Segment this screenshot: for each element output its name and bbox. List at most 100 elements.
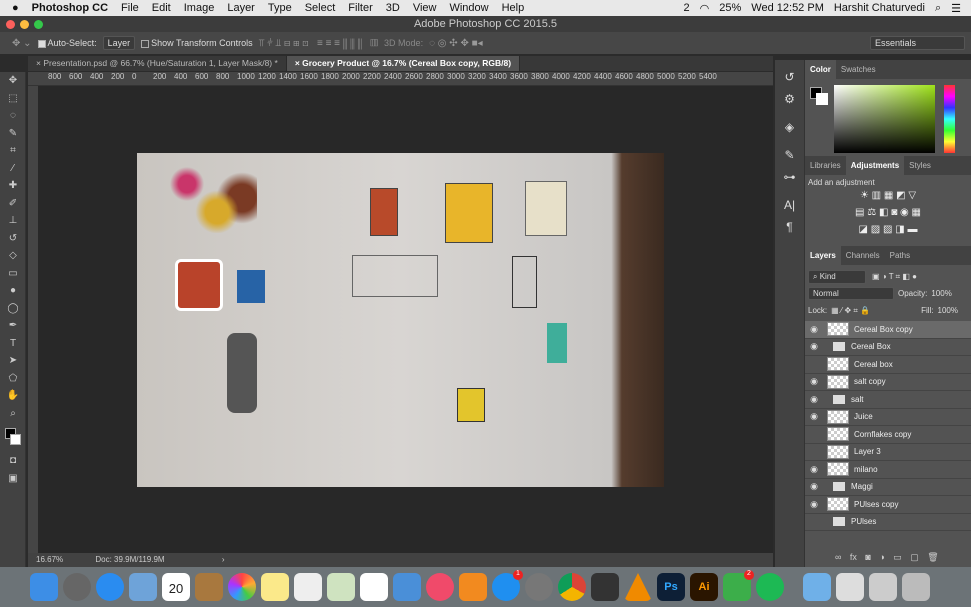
tab-swatches[interactable]: Swatches [836, 60, 881, 79]
paragraph-icon[interactable]: ¶ [775, 216, 804, 238]
visibility-eye-icon[interactable]: ◉ [805, 411, 823, 422]
visibility-eye-icon[interactable]: ◉ [805, 481, 823, 492]
tab-styles[interactable]: Styles [904, 156, 936, 175]
chrome-icon[interactable] [558, 573, 586, 601]
visibility-eye-icon[interactable]: ◉ [805, 499, 823, 510]
layer-row[interactable]: Cornflakes copy [805, 426, 971, 444]
eyedropper-tool-icon[interactable]: ⁄ [0, 160, 26, 178]
keynote-icon[interactable] [393, 573, 421, 601]
illustrator-icon[interactable]: Ai [690, 573, 718, 601]
gradient-tool-icon[interactable]: ▭ [0, 265, 26, 283]
blur-tool-icon[interactable]: ● [0, 282, 26, 300]
auto-select-checkbox[interactable]: Auto-Select: [37, 38, 97, 48]
workspace-select[interactable]: Essentials [870, 36, 965, 50]
lock-icons[interactable]: ▦ ⁄ ✥ ⌗ 🔒 [831, 306, 870, 316]
background-color[interactable] [816, 93, 828, 105]
layer-row[interactable]: ◉ milano [805, 461, 971, 479]
zoom-level[interactable]: 16.67% [36, 555, 63, 564]
tool-presets-icon[interactable]: ⊶ [775, 166, 804, 188]
trash-icon[interactable] [902, 573, 930, 601]
spotify-icon[interactable] [756, 573, 784, 601]
menu-app[interactable]: Photoshop CC [32, 2, 108, 14]
dodge-tool-icon[interactable]: ◯ [0, 300, 26, 318]
photoshop-icon[interactable]: Ps [657, 573, 685, 601]
clock[interactable]: Wed 12:52 PM [751, 2, 824, 14]
menu-view[interactable]: View [413, 2, 437, 14]
hand-tool-icon[interactable]: ✋ [0, 387, 26, 405]
opacity-input[interactable]: 100% [931, 289, 951, 298]
finder-icon[interactable] [30, 573, 58, 601]
eraser-tool-icon[interactable]: ◇ [0, 247, 26, 265]
type-tool-icon[interactable]: T [0, 335, 26, 353]
menu-layer[interactable]: Layer [227, 2, 255, 14]
photos-icon[interactable] [228, 573, 256, 601]
apple-icon[interactable]: ● [12, 2, 19, 14]
pen-tool-icon[interactable]: ✒ [0, 317, 26, 335]
minimize-button[interactable] [20, 20, 29, 29]
filter-icons[interactable]: ▣ ◑ T ⌗ ◧ ● [872, 272, 917, 282]
tab-adjustments[interactable]: Adjustments [845, 156, 905, 175]
reminders-icon[interactable] [294, 573, 322, 601]
3d-mode-icons[interactable]: ◌ ◎ ✣ ✥ ■◂ [429, 38, 483, 49]
tab-grocery-product[interactable]: × Grocery Product @ 16.7% (Cereal Box co… [286, 56, 521, 71]
adjustment-icons[interactable]: ☀ ▥ ▦ ◩ ▽ ▤ ⚖ ◧ ◙ ◉ ▦ ◪ ▨ ▨ ◨ ▬ [808, 187, 968, 238]
move-tool-icon[interactable]: ✥ ⌄ [12, 38, 32, 49]
menu-file[interactable]: File [121, 2, 139, 14]
preview-icon[interactable] [129, 573, 157, 601]
layer-row[interactable]: ◉ Cereal Box [805, 339, 971, 356]
layer-footer-icons[interactable]: ∞ fx ◙ ◑ ▭ ▢ 🗑 [835, 552, 939, 563]
color-picker-icon[interactable] [591, 573, 619, 601]
blend-mode-select[interactable]: Normal [808, 287, 894, 300]
menu-3d[interactable]: 3D [386, 2, 400, 14]
visibility-eye-icon[interactable]: ◉ [805, 394, 823, 405]
app-store-icon[interactable]: 1 [492, 570, 523, 601]
safari-icon[interactable] [96, 573, 124, 601]
marquee-tool-icon[interactable]: ⬚ [0, 90, 26, 108]
menu-type[interactable]: Type [268, 2, 292, 14]
visibility-eye-icon[interactable]: ◉ [805, 324, 823, 335]
tab-channels[interactable]: Channels [841, 246, 885, 265]
layer-row[interactable]: ◉ Cereal Box copy [805, 321, 971, 339]
wifi-icon[interactable]: ◠ [700, 2, 710, 15]
properties-icon[interactable]: ⚙ [775, 88, 804, 110]
user-name[interactable]: Harshit Chaturvedi [834, 2, 925, 14]
color-swatches-icon[interactable] [0, 422, 26, 452]
menu-window[interactable]: Window [449, 2, 488, 14]
calendar-icon[interactable]: 20 [162, 573, 190, 601]
maps-icon[interactable] [327, 573, 355, 601]
quick-mask-icon[interactable]: ◘ [0, 452, 26, 470]
visibility-eye-icon[interactable]: ◉ [805, 464, 823, 475]
menu-select[interactable]: Select [305, 2, 336, 14]
ibooks-icon[interactable] [459, 573, 487, 601]
messenger-icon[interactable]: 2 [723, 570, 754, 601]
documents-stack-icon[interactable] [869, 573, 897, 601]
menu-edit[interactable]: Edit [152, 2, 171, 14]
battery-level[interactable]: 25% [719, 2, 741, 14]
lasso-tool-icon[interactable]: ◌ [0, 107, 26, 125]
folder-icon[interactable] [803, 573, 831, 601]
visibility-eye-icon[interactable]: ◉ [805, 376, 823, 387]
system-prefs-icon[interactable] [525, 573, 553, 601]
align-icons[interactable]: ⫪ ⫩ ⫫ ⊟ ⊞ ⊡ ≡ ≡ ≡ ⫼ ⫼ ⫼ ▥ [259, 38, 378, 49]
list-icon[interactable]: ☰ [951, 2, 961, 15]
character-icon[interactable]: A| [775, 194, 804, 216]
menu-help[interactable]: Help [502, 2, 525, 14]
move-tool-icon[interactable]: ✥ [0, 72, 26, 90]
brush-presets-icon[interactable]: ✎ [775, 144, 804, 166]
visibility-eye-icon[interactable]: ◉ [805, 341, 823, 352]
tab-libraries[interactable]: Libraries [805, 156, 846, 175]
contacts-icon[interactable] [195, 573, 223, 601]
numbers-icon[interactable] [360, 573, 388, 601]
screen-mode-icon[interactable]: ▣ [0, 470, 26, 488]
path-select-tool-icon[interactable]: ➤ [0, 352, 26, 370]
itunes-icon[interactable] [426, 573, 454, 601]
quick-select-tool-icon[interactable]: ✎ [0, 125, 26, 143]
zoom-tool-icon[interactable]: ⌕ [0, 405, 26, 423]
healing-tool-icon[interactable]: ✚ [0, 177, 26, 195]
hue-slider[interactable] [944, 85, 955, 153]
3d-icon[interactable]: ◈ [775, 116, 804, 138]
close-button[interactable] [6, 20, 15, 29]
show-transform-checkbox[interactable]: Show Transform Controls [141, 38, 253, 48]
brush-tool-icon[interactable]: ✐ [0, 195, 26, 213]
zoom-button[interactable] [34, 20, 43, 29]
